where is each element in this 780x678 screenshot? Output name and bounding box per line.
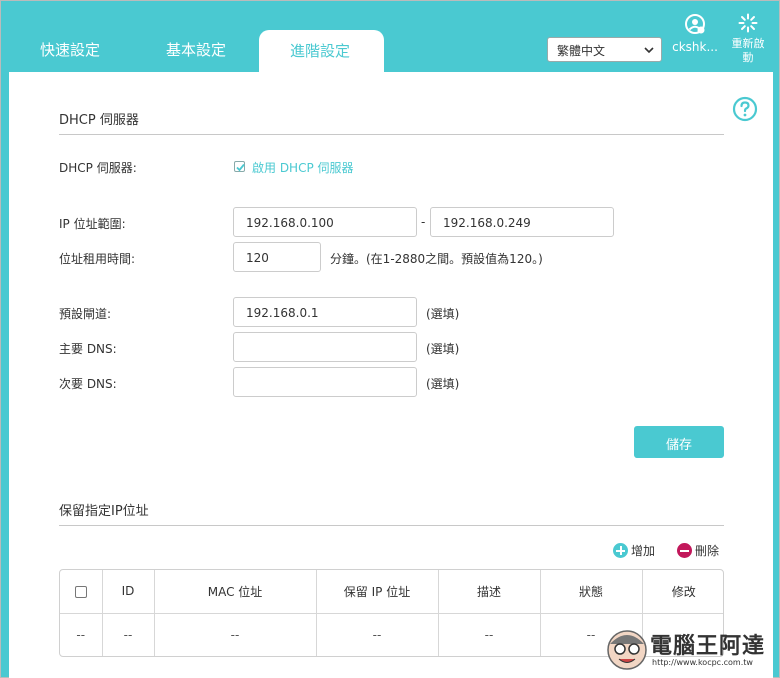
watermark: 電腦王阿達 http://www.kocpc.com.tw (606, 626, 776, 676)
gateway-label: 預設閘道: (59, 307, 112, 321)
router-admin-window: 快速設定 基本設定 進階設定 繁體中文 ckshk... 重新啟動 DHCP 伺… (0, 0, 780, 678)
language-value: 繁體中文 (557, 44, 606, 58)
chevron-down-icon (644, 47, 654, 54)
select-all-checkbox[interactable] (74, 585, 87, 598)
select-all-cell[interactable] (60, 570, 103, 614)
add-button[interactable]: 增加 (613, 542, 655, 559)
gateway-optional-note: (選填) (426, 307, 460, 321)
primary-dns-label: 主要 DNS: (59, 342, 117, 356)
add-label: 增加 (631, 544, 656, 558)
tab-quick-setup[interactable]: 快速設定 (40, 39, 100, 60)
column-header-mac: MAC 位址 (154, 570, 317, 614)
ip-end-input[interactable]: 192.168.0.249 (430, 207, 614, 237)
table-cell: -- (316, 613, 439, 656)
delete-button[interactable]: 刪除 (677, 542, 719, 559)
column-header-id: ID (102, 570, 155, 614)
settings-panel: DHCP 伺服器 DHCP 伺服器: 啟用 DHCP 伺服器 IP 位址範圍: … (9, 72, 773, 678)
tab-advanced-label: 進階設定 (290, 42, 351, 60)
table-cell: -- (154, 613, 317, 656)
table-cell: -- (438, 613, 541, 656)
reboot-label: 重新啟動 (731, 37, 765, 64)
divider (59, 134, 724, 135)
dhcp-server-label: DHCP 伺服器: (59, 161, 137, 175)
divider (59, 525, 724, 526)
reboot-button[interactable]: 重新啟動 (727, 13, 769, 65)
lease-time-label: 位址租用時間: (59, 252, 136, 266)
mascot-logo-icon (607, 630, 647, 670)
save-button[interactable]: 儲存 (634, 426, 724, 458)
secondary-dns-input[interactable] (233, 367, 417, 397)
ip-start-input[interactable]: 192.168.0.100 (233, 207, 417, 237)
lease-time-note: 分鐘。(在1-2880之間。預設值為120。) (330, 252, 543, 266)
primary-dns-input[interactable] (233, 332, 417, 362)
table-cell: -- (60, 613, 103, 656)
table-header-row: ID MAC 位址 保留 IP 位址 描述 狀態 修改 (60, 570, 723, 614)
column-header-reserved-ip: 保留 IP 位址 (316, 570, 439, 614)
column-header-status: 狀態 (540, 570, 643, 614)
user-account-button[interactable]: ckshk... (669, 13, 721, 54)
help-icon[interactable] (732, 96, 758, 122)
top-navigation: 快速設定 基本設定 進階設定 繁體中文 ckshk... 重新啟動 (1, 1, 780, 73)
secondary-dns-label: 次要 DNS: (59, 377, 117, 391)
plus-circle-icon (613, 543, 628, 558)
column-header-modify: 修改 (642, 570, 723, 614)
reboot-icon (738, 13, 758, 33)
user-icon (685, 14, 705, 34)
delete-label: 刪除 (695, 544, 720, 558)
tab-basic[interactable]: 基本設定 (166, 39, 226, 60)
checkmark-icon (236, 163, 245, 172)
watermark-url: http://www.kocpc.com.tw (652, 658, 753, 667)
gateway-input[interactable]: 192.168.0.1 (233, 297, 417, 327)
primary-dns-optional-note: (選填) (426, 342, 460, 356)
dhcp-section-title: DHCP 伺服器 (59, 113, 139, 128)
reserved-ip-section-title: 保留指定IP位址 (59, 504, 149, 519)
range-separator: - (421, 215, 426, 229)
language-select[interactable]: 繁體中文 (547, 37, 662, 62)
watermark-title: 電腦王阿達 (650, 634, 766, 659)
minus-circle-icon (677, 543, 692, 558)
table-cell: -- (102, 613, 155, 656)
tab-advanced[interactable]: 進階設定 (259, 30, 384, 73)
enable-dhcp-label[interactable]: 啟用 DHCP 伺服器 (252, 159, 354, 176)
enable-dhcp-checkbox[interactable] (234, 161, 245, 172)
user-label: ckshk... (672, 40, 718, 54)
secondary-dns-optional-note: (選填) (426, 377, 460, 391)
ip-range-label: IP 位址範圍: (59, 217, 126, 231)
column-header-description: 描述 (438, 570, 541, 614)
lease-time-input[interactable]: 120 (233, 242, 321, 272)
